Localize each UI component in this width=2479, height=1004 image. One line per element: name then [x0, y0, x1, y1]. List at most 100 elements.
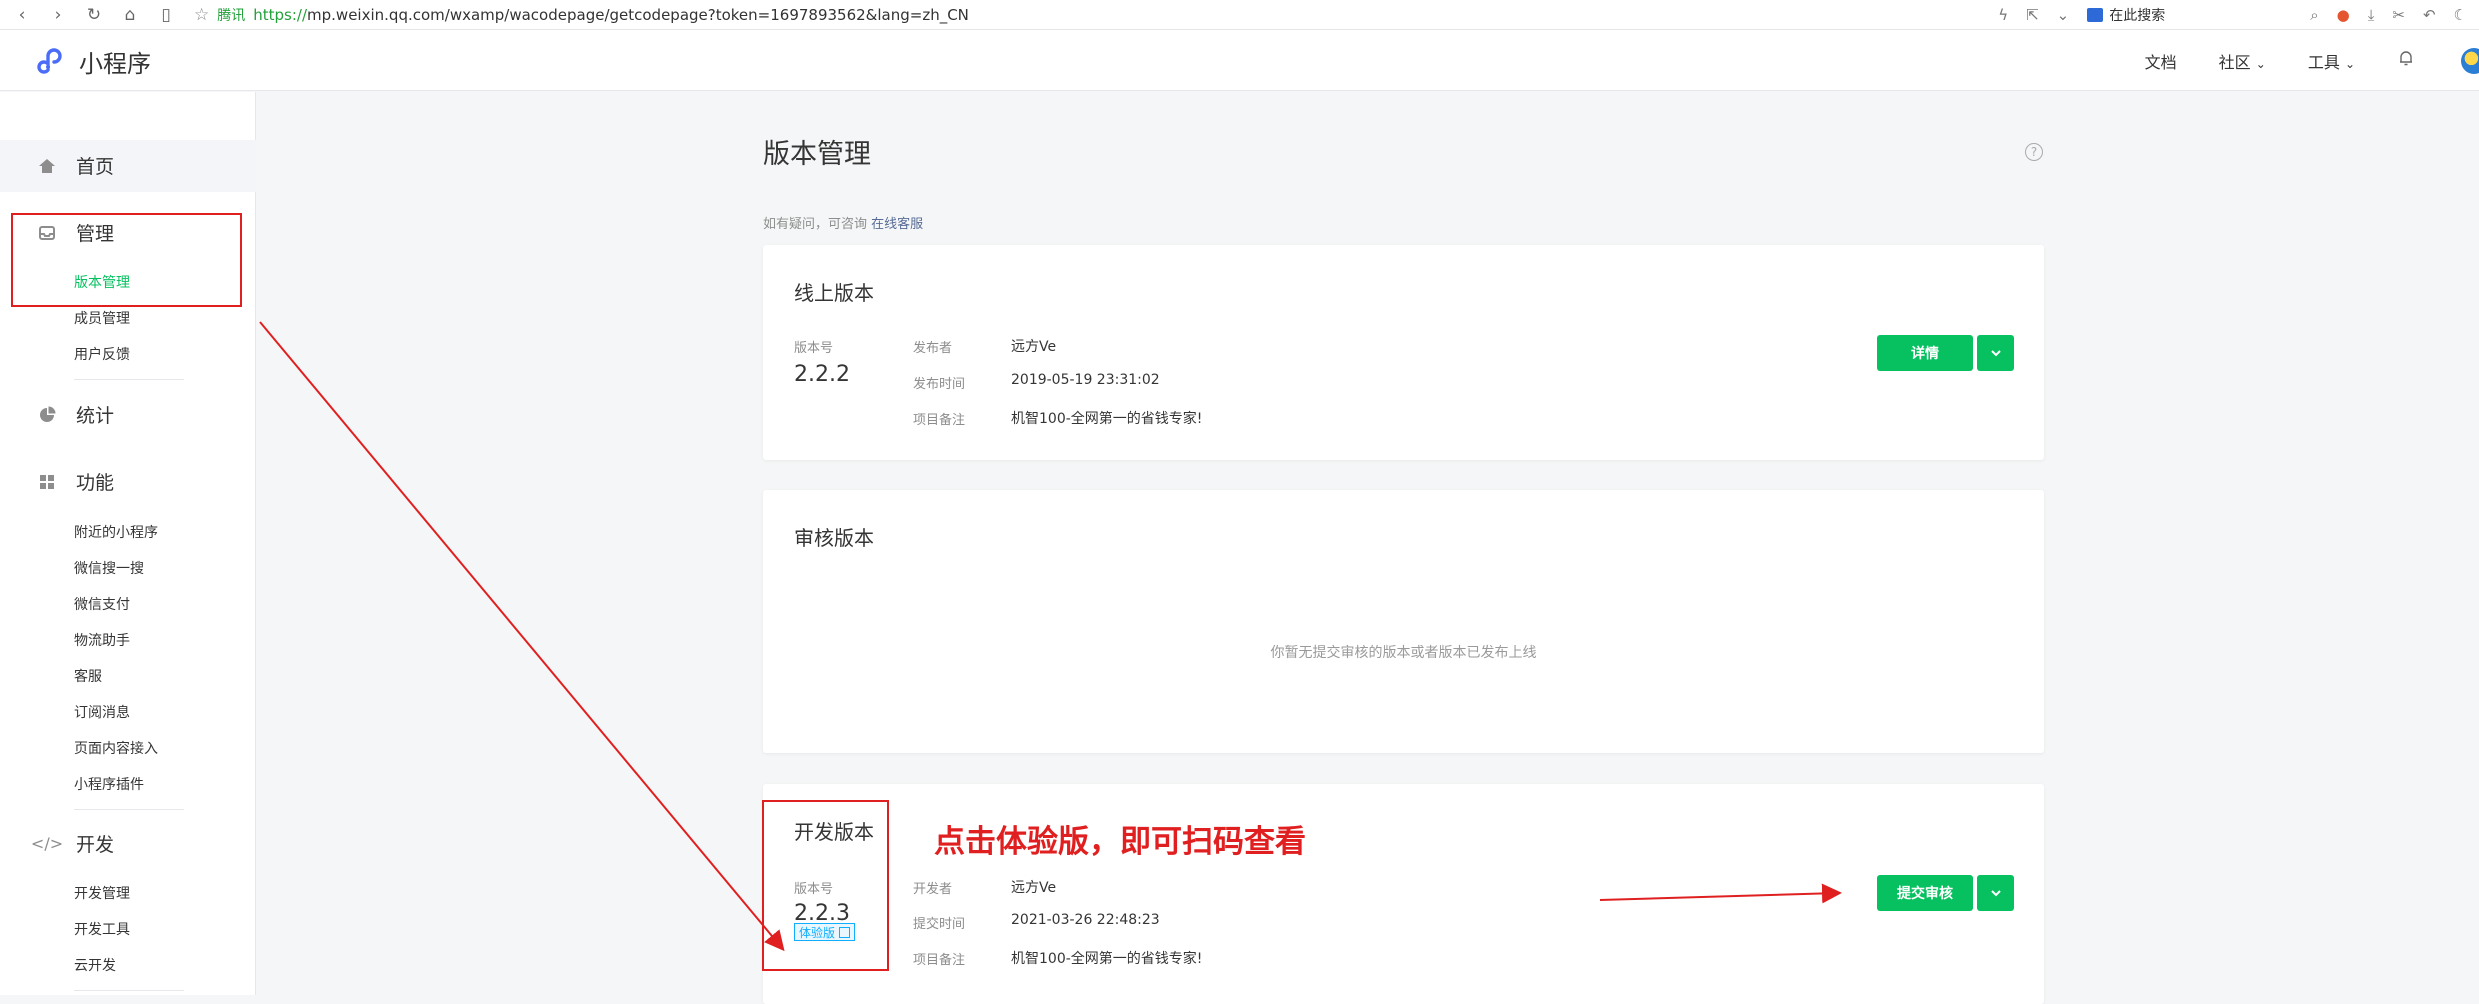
browser-nav: ‹ › ↻ ⌂ ▯ — [0, 5, 176, 25]
arrow-to-trial-tag — [259, 321, 785, 952]
chevron-down-icon: ⌄ — [2344, 56, 2355, 71]
review-version-title: 审核版本 — [794, 526, 874, 550]
online-version-label: 版本号 — [794, 341, 834, 356]
browser-search-placeholder: 在此搜索 — [2109, 8, 2166, 24]
app-header: 小程序 文档 社区 ⌄ 工具 ⌄ — [0, 30, 2479, 91]
logo-text: 小程序 — [79, 50, 151, 78]
scissors-icon[interactable]: ✂ — [2392, 6, 2405, 24]
lightning-icon[interactable]: ϟ — [1998, 6, 2008, 24]
consult-prefix: 如有疑问，可咨询 — [763, 217, 868, 232]
sidebar-item-pay[interactable]: 微信支付 — [74, 594, 130, 614]
online-version-number: 2.2.2 — [794, 362, 850, 387]
code-icon: </> — [30, 834, 64, 853]
sidebar-divider — [74, 990, 184, 991]
nav-community-label: 社区 — [2218, 52, 2251, 72]
sidebar-item-member-manage[interactable]: 成员管理 — [74, 308, 130, 328]
undo-icon[interactable]: ↶ — [2423, 6, 2436, 24]
logo[interactable]: 小程序 — [37, 44, 151, 79]
developer-label: 开发者 — [913, 882, 953, 897]
page-title: 版本管理 — [763, 139, 871, 170]
sidebar-item-dev-manage[interactable]: 开发管理 — [74, 883, 130, 903]
moon-icon[interactable]: ☾ — [2454, 6, 2467, 24]
sidebar-item-search[interactable]: 微信搜一搜 — [74, 558, 144, 578]
grid-icon — [36, 471, 58, 493]
avatar[interactable] — [2461, 47, 2479, 74]
consult-line: 如有疑问，可咨询 在线客服 — [763, 213, 923, 232]
game-icon[interactable]: ● — [2337, 6, 2350, 24]
chevron-down-icon[interactable]: ⌄ — [2057, 6, 2070, 24]
sidebar-stats-label: 统计 — [76, 405, 115, 427]
submit-time-label: 提交时间 — [913, 917, 966, 932]
sidebar-item-plugin[interactable]: 小程序插件 — [74, 774, 144, 794]
url-text[interactable]: https://mp.weixin.qq.com/wxamp/wacodepag… — [253, 6, 969, 24]
online-version-title: 线上版本 — [794, 281, 874, 305]
top-nav: 文档 社区 ⌄ 工具 ⌄ — [2145, 30, 2479, 91]
sidebar-item-nearby[interactable]: 附近的小程序 — [74, 522, 158, 542]
annotation-box-manage — [11, 213, 242, 307]
sidebar-features-label: 功能 — [76, 472, 115, 494]
sidebar-item-user-feedback[interactable]: 用户反馈 — [74, 344, 130, 364]
publisher-value: 远方Ve — [1011, 339, 1057, 355]
nav-community[interactable]: 社区 ⌄ — [2219, 49, 2266, 73]
sidebar-item-service[interactable]: 客服 — [74, 666, 102, 686]
url-scheme: https:// — [253, 5, 308, 24]
online-version-card: 线上版本 版本号 2.2.2 发布者 远方Ve 发布时间 2019-05-19 … — [763, 245, 2044, 460]
dev-note-label: 项目备注 — [913, 953, 966, 968]
chevron-down-icon — [1990, 350, 2001, 357]
dev-note-value: 机智100-全网第一的省钱专家! — [1011, 951, 1203, 967]
help-icon[interactable]: ? — [2025, 143, 2043, 161]
address-bar[interactable]: ☆ 腾讯 https://mp.weixin.qq.com/wxamp/waco… — [194, 5, 969, 25]
miniprogram-logo-icon — [37, 47, 62, 74]
bookmark-star-icon[interactable]: ☆ — [194, 5, 209, 25]
back-icon[interactable]: ‹ — [12, 5, 32, 25]
sidebar-item-content[interactable]: 页面内容接入 — [74, 738, 158, 758]
sidebar-dev-label: 开发 — [76, 834, 115, 856]
sidebar-item-subscribe[interactable]: 订阅消息 — [74, 702, 130, 722]
home-icon[interactable]: ⌂ — [120, 5, 140, 25]
forward-icon[interactable]: › — [48, 5, 68, 25]
detail-button[interactable]: 详情 — [1877, 335, 1973, 371]
publisher-label: 发布者 — [913, 341, 953, 356]
chevron-down-icon: ⌄ — [2255, 56, 2266, 71]
review-empty-text: 你暂无提交审核的版本或者版本已发布上线 — [1270, 645, 1537, 661]
reader-icon[interactable]: ▯ — [156, 5, 176, 25]
sidebar-divider — [74, 809, 184, 810]
online-service-link[interactable]: 在线客服 — [871, 217, 923, 232]
refresh-icon[interactable]: ↻ — [84, 5, 104, 25]
submit-review-button[interactable]: 提交审核 — [1877, 875, 1973, 911]
nav-docs[interactable]: 文档 — [2145, 49, 2177, 73]
review-version-card: 审核版本 你暂无提交审核的版本或者版本已发布上线 — [763, 490, 2044, 753]
browser-toolbar: ‹ › ↻ ⌂ ▯ ☆ 腾讯 https://mp.weixin.qq.com/… — [0, 0, 2479, 30]
nav-tools-label: 工具 — [2307, 52, 2340, 72]
sidebar-item-features[interactable]: 功能 — [0, 468, 114, 495]
sidebar-item-home[interactable]: 首页 — [0, 152, 114, 179]
provider-label: 腾讯 — [217, 7, 246, 24]
browser-right-tools: ϟ ⇱ ⌄ 在此搜索 ⌕ ● ⤓ ✂ ↶ ☾ — [1998, 0, 2479, 30]
online-note-label: 项目备注 — [913, 413, 966, 428]
sidebar-home-label: 首页 — [76, 156, 115, 178]
online-note-value: 机智100-全网第一的省钱专家! — [1011, 411, 1203, 427]
publish-time-value: 2019-05-19 23:31:02 — [1011, 372, 1160, 388]
search-icon[interactable]: ⌕ — [2310, 6, 2318, 24]
submit-time-value: 2021-03-26 22:48:23 — [1011, 912, 1160, 928]
publish-time-label: 发布时间 — [913, 377, 966, 392]
browser-search[interactable]: 在此搜索 — [2087, 5, 2292, 25]
download-icon[interactable]: ⤓ — [2368, 6, 2375, 24]
search-engine-icon — [2087, 8, 2104, 22]
sidebar-item-stats[interactable]: 统计 — [0, 401, 114, 428]
sidebar-item-cloud[interactable]: 云开发 — [74, 955, 116, 975]
annotation-box-dev-version — [762, 800, 889, 971]
share-icon[interactable]: ⇱ — [2026, 6, 2039, 24]
sidebar-item-dev-tools[interactable]: 开发工具 — [74, 919, 130, 939]
dev-more-dropdown[interactable] — [1977, 875, 2014, 911]
sidebar-item-dev[interactable]: </> 开发 — [0, 830, 114, 857]
sidebar-divider — [74, 379, 184, 380]
bell-icon[interactable] — [2397, 49, 2415, 72]
url-rest: mp.weixin.qq.com/wxamp/wacodepage/getcod… — [307, 5, 969, 24]
developer-value: 远方Ve — [1011, 880, 1057, 896]
home-icon — [36, 155, 58, 177]
sidebar-item-logistics[interactable]: 物流助手 — [74, 630, 130, 650]
nav-tools[interactable]: 工具 ⌄ — [2308, 49, 2355, 73]
online-more-dropdown[interactable] — [1977, 335, 2014, 371]
chevron-down-icon — [1990, 890, 2001, 897]
